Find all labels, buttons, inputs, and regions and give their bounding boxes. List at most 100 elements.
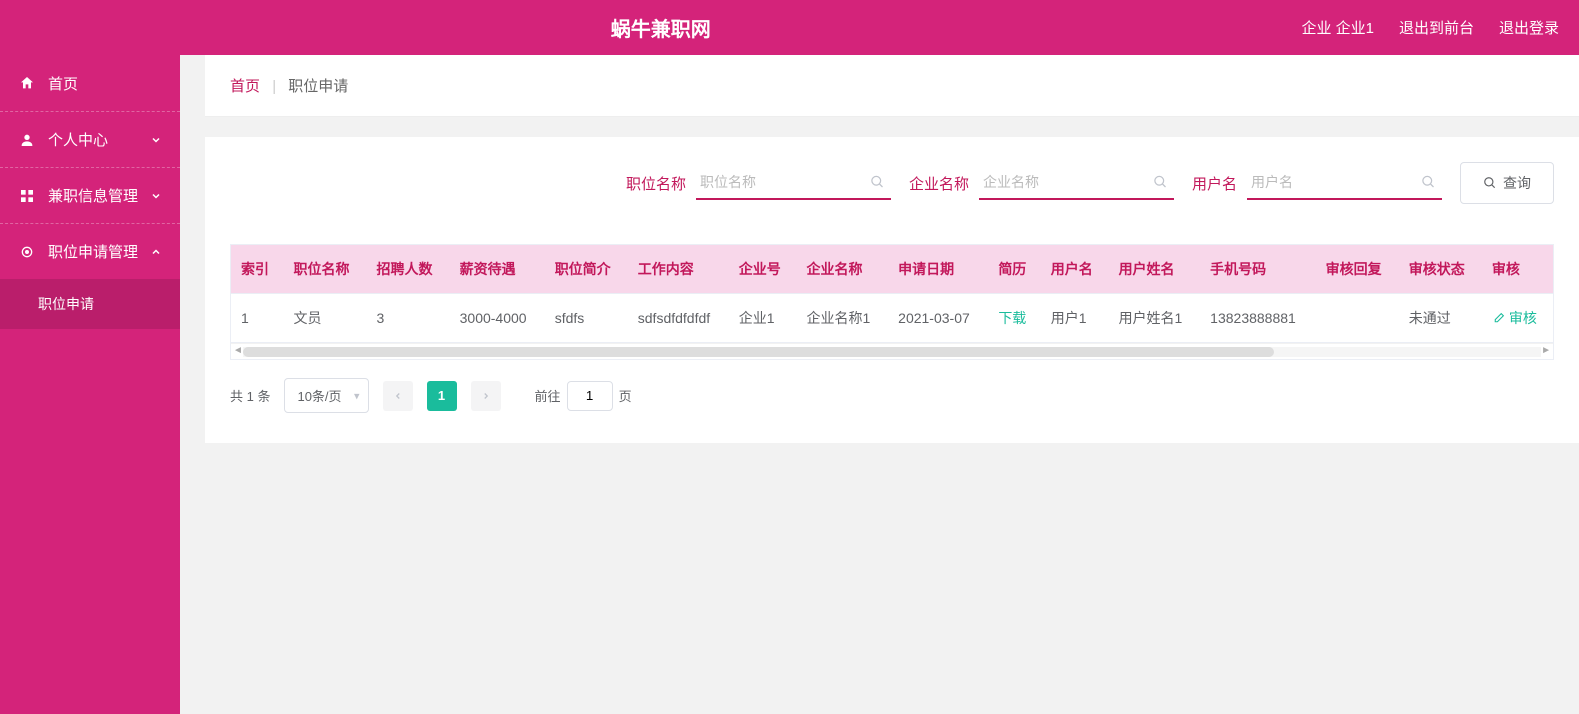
cell-headcount: 3 [367, 294, 450, 343]
cell-phone: 13823888881 [1200, 294, 1316, 343]
cell-resume: 下载 [988, 294, 1040, 343]
cell-username: 用户1 [1041, 294, 1109, 343]
sidebar-item-parttime-manage[interactable]: 兼职信息管理 [0, 167, 180, 223]
next-page-button[interactable] [471, 381, 501, 411]
sidebar-subitem-application[interactable]: 职位申请 [0, 279, 180, 329]
table-container: 索引 职位名称 招聘人数 薪资待遇 职位简介 工作内容 企业号 企业名称 申请日… [230, 244, 1554, 360]
sidebar-item-label: 职位申请管理 [48, 241, 138, 262]
data-table: 索引 职位名称 招聘人数 薪资待遇 职位简介 工作内容 企业号 企业名称 申请日… [231, 245, 1553, 343]
header-actions: 企业 企业1 退出到前台 退出登录 [1301, 17, 1559, 38]
cell-salary: 3000-4000 [450, 294, 545, 343]
col-company-name: 企业名称 [797, 245, 889, 294]
content-card: 职位名称 企业名称 [205, 137, 1579, 443]
cell-review-reply [1316, 294, 1399, 343]
col-company-no: 企业号 [729, 245, 797, 294]
gear-icon [18, 243, 36, 261]
sidebar-subitem-label: 职位申请 [38, 294, 94, 314]
col-content: 工作内容 [628, 245, 729, 294]
main-content: 首页 | 职位申请 职位名称 企业名称 [180, 55, 1579, 714]
col-username: 用户名 [1041, 245, 1109, 294]
search-group-position: 职位名称 [626, 166, 891, 200]
review-button-label: 审核 [1509, 308, 1537, 328]
scroll-right-icon: ► [1541, 345, 1551, 356]
header-user[interactable]: 企业 企业1 [1301, 17, 1374, 38]
search-label: 职位名称 [626, 173, 686, 194]
page-jump-input[interactable] [567, 381, 613, 411]
query-button-label: 查询 [1503, 173, 1531, 193]
page-size-select[interactable]: 10条/页 ▾ [284, 378, 368, 413]
scroll-thumb[interactable] [243, 347, 1274, 357]
pagination: 共 1 条 10条/页 ▾ 1 前往 页 [230, 378, 1554, 413]
top-header: 蜗牛兼职网 企业 企业1 退出到前台 退出登录 [0, 0, 1579, 55]
sidebar-item-label: 首页 [48, 73, 78, 94]
cell-company-name: 企业名称1 [797, 294, 889, 343]
col-resume: 简历 [988, 245, 1040, 294]
prev-page-button[interactable] [383, 381, 413, 411]
search-icon [1483, 176, 1497, 190]
horizontal-scrollbar[interactable]: ◄ ► [231, 343, 1553, 359]
edit-icon [1492, 312, 1505, 325]
page-jump-prefix: 前往 [535, 386, 561, 405]
col-index: 索引 [231, 245, 283, 294]
pagination-total: 共 1 条 [230, 386, 270, 405]
col-intro: 职位简介 [545, 245, 628, 294]
sidebar-item-profile[interactable]: 个人中心 [0, 111, 180, 167]
search-label: 用户名 [1192, 173, 1237, 194]
app-title: 蜗牛兼职网 [20, 13, 1301, 42]
col-salary: 薪资待遇 [450, 245, 545, 294]
page-jump: 前往 页 [535, 381, 632, 411]
search-input-username[interactable] [1247, 166, 1442, 198]
sidebar-item-label: 个人中心 [48, 129, 108, 150]
search-icon [1153, 175, 1168, 190]
sidebar-item-application-manage[interactable]: 职位申请管理 [0, 223, 180, 279]
page-size-label: 10条/页 [297, 389, 341, 404]
col-position-name: 职位名称 [283, 245, 366, 294]
table-row[interactable]: 1 文员 3 3000-4000 sfdfs sdfsdfdfdfdf 企业1 … [231, 294, 1553, 343]
cell-content: sdfsdfdfdfdf [628, 294, 729, 343]
scroll-left-icon: ◄ [233, 345, 243, 356]
page-number[interactable]: 1 [427, 381, 457, 411]
breadcrumb-separator: | [272, 78, 276, 95]
search-input-company[interactable] [979, 166, 1174, 198]
col-review-action: 审核 [1482, 245, 1553, 294]
sidebar: 首页 个人中心 兼职信息管理 职位申请管理 [0, 55, 180, 714]
breadcrumb: 首页 | 职位申请 [205, 55, 1579, 117]
cell-apply-date: 2021-03-07 [888, 294, 988, 343]
logout-front-link[interactable]: 退出到前台 [1399, 17, 1474, 38]
col-headcount: 招聘人数 [367, 245, 450, 294]
cell-realname: 用户姓名1 [1109, 294, 1201, 343]
chevron-down-icon: ▾ [354, 389, 360, 402]
sidebar-item-label: 兼职信息管理 [48, 185, 138, 206]
search-icon [870, 175, 885, 190]
col-realname: 用户姓名 [1109, 245, 1201, 294]
search-group-company: 企业名称 [909, 166, 1174, 200]
search-icon [1421, 175, 1436, 190]
breadcrumb-current: 职位申请 [288, 78, 348, 95]
chevron-up-icon [150, 246, 162, 258]
search-bar: 职位名称 企业名称 [230, 162, 1554, 204]
search-input-position[interactable] [696, 166, 891, 198]
query-button[interactable]: 查询 [1460, 162, 1554, 204]
cell-intro: sfdfs [545, 294, 628, 343]
cell-review-action: 审核 [1482, 294, 1553, 343]
home-icon [18, 74, 36, 92]
col-review-status: 审核状态 [1399, 245, 1482, 294]
page-jump-suffix: 页 [619, 386, 632, 405]
user-icon [18, 131, 36, 149]
col-apply-date: 申请日期 [888, 245, 988, 294]
review-button[interactable]: 审核 [1492, 308, 1537, 328]
logout-link[interactable]: 退出登录 [1499, 17, 1559, 38]
chevron-down-icon [150, 134, 162, 146]
chevron-down-icon [150, 190, 162, 202]
search-label: 企业名称 [909, 173, 969, 194]
breadcrumb-home[interactable]: 首页 [230, 78, 260, 95]
cell-company-no: 企业1 [729, 294, 797, 343]
sidebar-item-home[interactable]: 首页 [0, 55, 180, 111]
search-group-username: 用户名 [1192, 166, 1442, 200]
table-header-row: 索引 职位名称 招聘人数 薪资待遇 职位简介 工作内容 企业号 企业名称 申请日… [231, 245, 1553, 294]
grid-icon [18, 187, 36, 205]
download-link[interactable]: 下载 [998, 308, 1026, 328]
cell-review-status: 未通过 [1399, 294, 1482, 343]
col-review-reply: 审核回复 [1316, 245, 1399, 294]
cell-position-name: 文员 [283, 294, 366, 343]
